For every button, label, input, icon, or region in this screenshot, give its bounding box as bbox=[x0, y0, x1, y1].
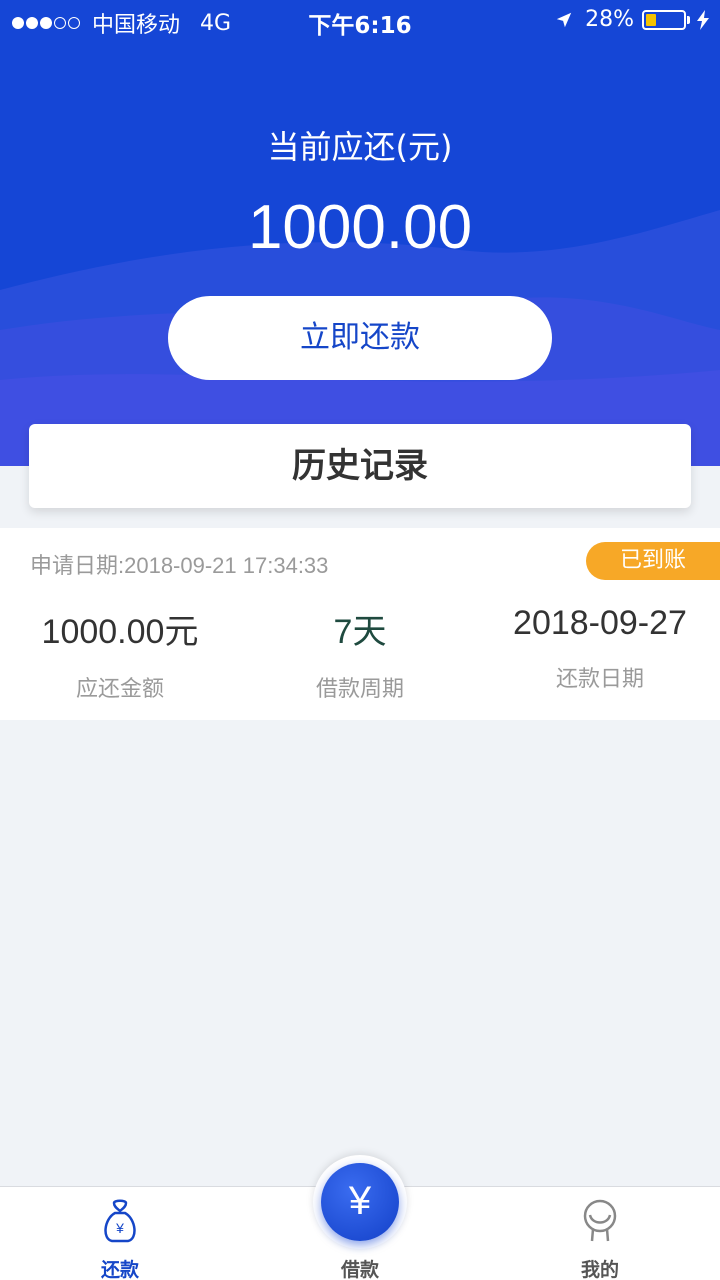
amount-due-stat: 1000.00元 应还金额 bbox=[0, 604, 240, 703]
location-arrow-icon bbox=[556, 12, 572, 27]
tab-repay-symbol: ¥ bbox=[115, 1220, 124, 1236]
status-badge: 已到账 bbox=[586, 542, 720, 580]
repay-date-stat: 2018-09-27 还款日期 bbox=[480, 604, 720, 693]
amount-due-stat-value: 1000.00元 bbox=[41, 613, 199, 651]
tab-repay[interactable]: ¥ 还款 bbox=[0, 1187, 240, 1280]
money-bag-icon: ¥ bbox=[104, 1199, 136, 1243]
battery-percent: 28% bbox=[585, 7, 634, 32]
yuan-icon: ¥ bbox=[321, 1163, 399, 1241]
apply-date: 申请日期:2018-09-21 17:34:33 bbox=[30, 553, 329, 578]
tab-mine[interactable]: 我的 bbox=[480, 1187, 720, 1280]
user-profile-icon bbox=[583, 1199, 617, 1242]
loan-period-value: 7天 bbox=[333, 613, 387, 651]
borrow-center-button[interactable]: ¥ bbox=[313, 1155, 407, 1249]
repay-date-label: 还款日期 bbox=[555, 667, 644, 692]
tab-mine-label: 我的 bbox=[580, 1259, 619, 1280]
hero-banner: 中国移动 4G 下午6:16 28% 当前应还(元) 1000.00 立即还款 bbox=[0, 0, 720, 466]
amount-due-value: 1000.00 bbox=[247, 193, 473, 262]
tab-repay-label: 还款 bbox=[100, 1259, 139, 1280]
loan-period-stat: 7天 借款周期 bbox=[240, 604, 480, 703]
loan-period-label: 借款周期 bbox=[315, 677, 404, 702]
battery-icon bbox=[642, 9, 686, 30]
repay-date-value: 2018-09-27 bbox=[513, 604, 687, 642]
loan-record-card[interactable]: 申请日期:2018-09-21 17:34:33 已到账 1000.00元 应还… bbox=[0, 528, 720, 720]
history-records-header[interactable]: 历史记录 bbox=[29, 424, 691, 508]
amount-due-label: 当前应还(元) bbox=[267, 128, 453, 166]
repay-now-button[interactable]: 立即还款 bbox=[168, 296, 552, 380]
charging-bolt-icon bbox=[697, 9, 709, 30]
tab-borrow-label: 借款 bbox=[340, 1259, 379, 1280]
status-bar: 中国移动 4G 下午6:16 28% bbox=[0, 0, 720, 40]
amount-due-stat-label: 应还金额 bbox=[75, 677, 164, 702]
